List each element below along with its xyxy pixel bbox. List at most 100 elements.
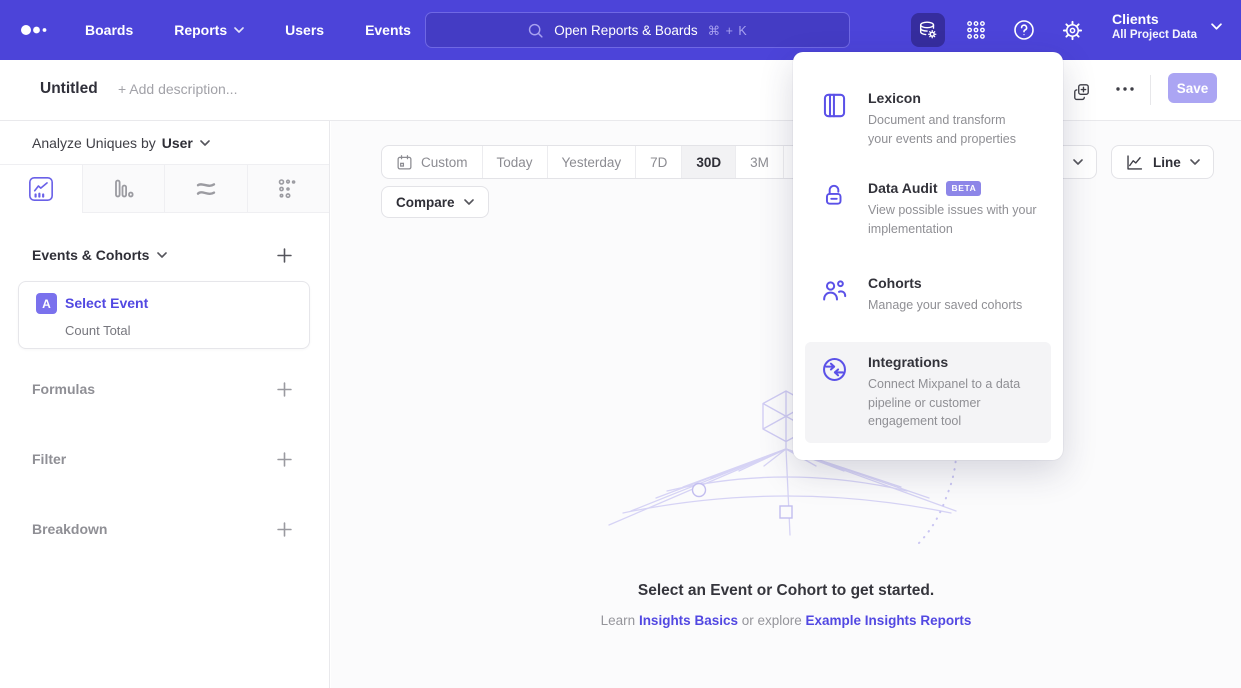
event-card[interactable]: A Select Event Count Total xyxy=(18,281,310,349)
tab-flow-chart[interactable] xyxy=(164,165,247,212)
chevron-down-icon xyxy=(200,140,210,146)
integrations-icon xyxy=(821,354,849,431)
report-canvas: Custom Today Yesterday 7D 30D 3M 6M Comp… xyxy=(331,121,1241,688)
metric-tab-icon xyxy=(276,177,300,201)
lexicon-description: Document and transform your events and p… xyxy=(868,111,1026,148)
data-management-button[interactable] xyxy=(911,13,945,47)
events-cohorts-header[interactable]: Events & Cohorts xyxy=(32,247,167,263)
cohorts-description: Manage your saved cohorts xyxy=(868,296,1068,315)
select-event-label[interactable]: Select Event xyxy=(65,295,148,311)
menu-item-integrations[interactable]: Integrations Connect Mixpanel to a data … xyxy=(805,342,1051,443)
flow-tab-icon xyxy=(194,177,218,201)
tab-line-chart[interactable] xyxy=(0,165,82,213)
nav-item-boards[interactable]: Boards xyxy=(85,22,133,38)
add-event-button[interactable] xyxy=(275,246,293,264)
chevron-down-icon xyxy=(157,252,167,258)
chart-type-tabs xyxy=(0,165,329,213)
project-name: All Project Data xyxy=(1112,28,1197,43)
breakdown-label: Breakdown xyxy=(32,521,107,537)
line-chart-tab-icon xyxy=(28,176,54,202)
report-title[interactable]: Untitled xyxy=(40,80,98,98)
date-range-control: Custom Today Yesterday 7D 30D 3M 6M xyxy=(381,145,832,179)
menu-item-lexicon[interactable]: Lexicon Document and transform your even… xyxy=(805,78,1051,160)
analyze-by-select[interactable]: User xyxy=(162,135,210,151)
data-audit-title: Data Audit xyxy=(868,180,937,196)
analyze-label: Analyze Uniques by xyxy=(32,135,156,151)
or-explore-text: or explore xyxy=(738,613,806,628)
plus-icon xyxy=(277,248,292,263)
mixpanel-logo-icon[interactable] xyxy=(20,23,52,37)
line-chart-icon xyxy=(1125,153,1144,172)
cohorts-people-icon xyxy=(821,275,849,315)
lexicon-title: Lexicon xyxy=(868,90,1026,106)
save-button[interactable]: Save xyxy=(1168,73,1217,103)
count-total-label[interactable]: Count Total xyxy=(65,323,131,338)
search-input[interactable]: Open Reports & Boards ⌘ + K xyxy=(425,12,850,48)
nav-item-reports[interactable]: Reports xyxy=(174,22,244,38)
learn-prefix: Learn xyxy=(601,613,639,628)
more-options-button[interactable] xyxy=(1115,86,1135,92)
empty-state-subtitle: Learn Insights Basics or explore Example… xyxy=(331,613,1241,628)
search-shortcut: ⌘ + K xyxy=(708,23,748,38)
help-icon xyxy=(1012,18,1036,42)
chevron-down-icon xyxy=(1211,23,1222,30)
plus-icon xyxy=(277,382,292,397)
search-placeholder: Open Reports & Boards xyxy=(554,23,697,38)
add-filter-button[interactable] xyxy=(275,450,293,468)
database-gear-icon xyxy=(917,19,939,41)
range-yesterday[interactable]: Yesterday xyxy=(547,146,636,178)
top-nav: Boards Reports Users Events Open Reports… xyxy=(0,0,1241,60)
tab-bar-chart[interactable] xyxy=(82,165,165,212)
nav-menu: Boards Reports Users Events xyxy=(85,0,411,60)
org-name: Clients xyxy=(1112,10,1197,28)
grid-icon xyxy=(965,19,987,41)
plus-icon xyxy=(277,522,292,537)
add-breakdown-button[interactable] xyxy=(275,520,293,538)
insights-basics-link[interactable]: Insights Basics xyxy=(639,613,738,628)
ellipsis-icon xyxy=(1115,86,1135,92)
integrations-description: Connect Mixpanel to a data pipeline or c… xyxy=(868,375,1046,431)
bar-chart-tab-icon xyxy=(111,177,135,201)
search-icon xyxy=(527,22,544,39)
plus-icon xyxy=(277,452,292,467)
analyze-row: Analyze Uniques by User xyxy=(0,121,329,165)
range-7d[interactable]: 7D xyxy=(635,146,681,178)
add-description-field[interactable]: + Add description... xyxy=(118,81,237,97)
chevron-down-icon xyxy=(1190,159,1200,165)
help-button[interactable] xyxy=(1007,13,1041,47)
range-today[interactable]: Today xyxy=(482,146,547,178)
example-insights-reports-link[interactable]: Example Insights Reports xyxy=(806,613,972,628)
chart-style-select[interactable]: Line xyxy=(1111,145,1214,179)
data-audit-description: View possible issues with your implement… xyxy=(868,201,1064,238)
gear-icon xyxy=(1061,19,1084,42)
data-audit-icon xyxy=(821,180,849,238)
empty-state-title: Select an Event or Cohort to get started… xyxy=(331,582,1241,600)
chevron-down-icon xyxy=(1073,159,1083,165)
chevron-down-icon xyxy=(234,27,244,33)
menu-item-data-audit[interactable]: Data Audit BETA View possible issues wit… xyxy=(805,168,1051,250)
beta-badge: BETA xyxy=(946,181,981,196)
project-selector[interactable]: Clients All Project Data xyxy=(1112,10,1222,43)
formulas-label: Formulas xyxy=(32,381,95,397)
filter-label: Filter xyxy=(32,451,66,467)
duplicate-button[interactable] xyxy=(1072,82,1091,101)
add-formula-button[interactable] xyxy=(275,380,293,398)
nav-item-events[interactable]: Events xyxy=(365,22,411,38)
range-custom[interactable]: Custom xyxy=(382,146,482,178)
settings-button[interactable] xyxy=(1055,13,1089,47)
event-series-badge: A xyxy=(36,293,57,314)
tab-metric[interactable] xyxy=(247,165,330,212)
range-30d[interactable]: 30D xyxy=(681,146,735,178)
range-3m[interactable]: 3M xyxy=(735,146,783,178)
calendar-icon xyxy=(396,154,413,171)
nav-item-users[interactable]: Users xyxy=(285,22,324,38)
divider xyxy=(1150,75,1151,105)
cohorts-title: Cohorts xyxy=(868,275,1068,291)
menu-item-cohorts[interactable]: Cohorts Manage your saved cohorts xyxy=(805,263,1051,327)
integrations-title: Integrations xyxy=(868,354,1046,370)
data-management-dropdown: Lexicon Document and transform your even… xyxy=(793,52,1063,460)
apps-grid-button[interactable] xyxy=(959,13,993,47)
chevron-down-icon xyxy=(464,199,474,205)
copy-icon xyxy=(1072,82,1091,101)
compare-button[interactable]: Compare xyxy=(381,186,489,218)
